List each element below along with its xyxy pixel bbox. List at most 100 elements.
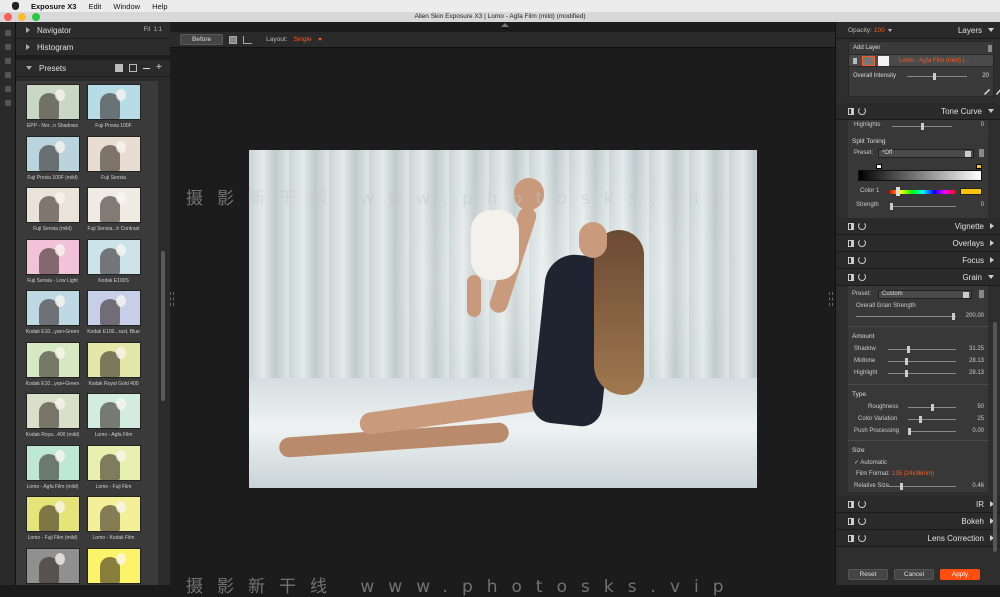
opacity-value[interactable]: 100 — [874, 27, 885, 34]
preset-thumbnail[interactable] — [25, 135, 80, 172]
bokeh-section[interactable]: Bokeh — [836, 513, 1000, 530]
preset-item[interactable] — [83, 545, 144, 586]
preset-thumbnail[interactable] — [25, 84, 80, 120]
preset-thumbnail[interactable] — [25, 290, 80, 326]
remove-preset-icon[interactable] — [143, 68, 150, 69]
preset-item[interactable]: Lomo - Fuji Film (mild) — [22, 493, 83, 545]
grid-view-icon[interactable] — [115, 64, 123, 72]
layer-thumbnail[interactable] — [862, 56, 875, 66]
preset-thumbnail[interactable] — [86, 547, 141, 584]
brush-erase-icon[interactable] — [995, 87, 1000, 95]
color1-swatch[interactable] — [960, 188, 982, 195]
lens-correction-section[interactable]: Lens Correction — [836, 530, 1000, 547]
color-variation-slider[interactable] — [908, 416, 956, 423]
preset-thumbnail[interactable] — [86, 444, 141, 481]
reset-icon[interactable] — [858, 517, 866, 525]
shadow-slider[interactable] — [888, 346, 956, 353]
preset-thumbnail[interactable] — [86, 187, 141, 223]
shadow-color-marker[interactable] — [876, 164, 882, 169]
preset-item[interactable]: Lomo - Kodak Film — [83, 493, 144, 545]
toggle-effect-icon[interactable] — [848, 239, 854, 247]
add-layer-button[interactable]: Add Layer — [853, 45, 880, 51]
preset-thumbnail[interactable] — [25, 187, 80, 223]
tool-icon[interactable] — [4, 58, 11, 64]
preset-thumbnail[interactable] — [86, 496, 141, 532]
preset-thumbnail[interactable] — [86, 84, 141, 120]
reset-icon[interactable] — [858, 500, 866, 508]
highlight-slider[interactable] — [888, 370, 956, 377]
presets-scrollbar[interactable] — [159, 81, 167, 585]
slider-knob[interactable] — [919, 416, 922, 423]
highlights-slider[interactable] — [892, 123, 952, 130]
cancel-button[interactable]: Cancel — [894, 569, 934, 580]
toggle-effect-icon[interactable] — [848, 500, 854, 508]
tool-icon[interactable] — [4, 72, 11, 78]
preset-item[interactable]: Kodak Royal Gold 400 — [83, 339, 144, 391]
reset-icon[interactable] — [858, 273, 866, 281]
hue-slider-knob[interactable] — [896, 187, 900, 196]
preset-item[interactable]: Fuji Sensia - Low Light — [22, 236, 83, 288]
preset-item[interactable]: Kodak Roya...400 (mild) — [22, 390, 83, 442]
preset-thumbnail[interactable] — [86, 290, 141, 326]
roughness-slider[interactable] — [908, 404, 956, 411]
right-panel-resize-handle[interactable] — [829, 292, 833, 306]
tone-curve-section[interactable]: Tone Curve — [836, 103, 1000, 120]
layer-visibility-icon[interactable] — [853, 58, 857, 64]
preset-item[interactable]: Lomo - Agfa Film (mild) — [22, 442, 83, 494]
vignette-section[interactable]: Vignette — [836, 218, 1000, 235]
split-view-icon[interactable] — [243, 35, 253, 44]
preset-item[interactable]: Fuji Provia 100F (mild) — [22, 133, 83, 185]
focus-section[interactable]: Focus — [836, 252, 1000, 269]
layer-name[interactable]: Lomo - Agfa Film (mild) (... — [899, 58, 970, 64]
slider-knob[interactable] — [900, 483, 903, 490]
preset-item[interactable]: EPP - Nor...n Shadows — [22, 81, 83, 133]
preset-thumbnail[interactable] — [86, 341, 141, 378]
close-window-button[interactable] — [4, 13, 12, 21]
preset-item[interactable]: Kodak E100...rast, Blue — [83, 287, 144, 339]
overlays-section[interactable]: Overlays — [836, 235, 1000, 252]
film-format-dropdown[interactable]: 135 (24x36mm) — [892, 471, 934, 477]
compare-square-icon[interactable] — [229, 35, 238, 44]
split-toning-preset-dropdown[interactable]: *Off — [878, 149, 974, 158]
scrollbar-thumb[interactable] — [161, 251, 165, 401]
toggle-effect-icon[interactable] — [848, 256, 854, 264]
overall-intensity-slider[interactable] — [907, 73, 967, 80]
preset-thumbnail[interactable] — [86, 135, 141, 172]
reset-icon[interactable] — [858, 222, 866, 230]
tool-icon[interactable] — [4, 30, 11, 36]
preset-thumbnail[interactable] — [25, 496, 80, 532]
grain-preset-dropdown[interactable]: Custom — [878, 290, 972, 299]
right-panel-scrollbar[interactable] — [993, 322, 997, 552]
brush-icon[interactable] — [983, 87, 991, 95]
preset-item[interactable] — [22, 545, 83, 586]
tool-icon[interactable] — [4, 86, 11, 92]
preset-thumbnail[interactable] — [25, 341, 80, 378]
slider-knob[interactable] — [908, 428, 911, 435]
apply-button[interactable]: Apply — [940, 569, 980, 580]
collapse-arrow-icon[interactable] — [988, 28, 994, 32]
reset-icon[interactable] — [858, 239, 866, 247]
slider-knob[interactable] — [905, 370, 908, 377]
preset-item[interactable]: Fuji Sensia (mild) — [22, 184, 83, 236]
toggle-top-panel-icon[interactable] — [501, 23, 509, 27]
toggle-effect-icon[interactable] — [848, 273, 854, 281]
preset-item[interactable]: Kodak E100S — [83, 236, 144, 288]
slider-knob[interactable] — [933, 73, 936, 80]
opacity-caret-icon[interactable] — [887, 28, 892, 32]
slider-knob[interactable] — [890, 203, 893, 210]
add-preset-icon[interactable]: + — [156, 63, 164, 73]
preset-item[interactable]: Kodak E10...yan+Green — [22, 339, 83, 391]
navigator-header[interactable]: Navigator Fit 1:1 — [16, 22, 170, 39]
preset-item[interactable]: Fuji Sensia...h Contrast — [83, 184, 144, 236]
preset-thumbnail[interactable] — [25, 238, 80, 275]
slider-knob[interactable] — [931, 404, 934, 411]
midtone-slider[interactable] — [888, 358, 956, 365]
push-processing-slider[interactable] — [908, 428, 956, 435]
reset-button[interactable]: Reset — [848, 569, 888, 580]
strength-slider[interactable] — [890, 203, 956, 210]
preset-thumbnail[interactable] — [25, 547, 80, 584]
automatic-checkbox[interactable]: ✓ Automatic — [854, 459, 887, 466]
zoom-1to1-button[interactable]: 1:1 — [154, 27, 162, 33]
maximize-window-button[interactable] — [32, 13, 40, 21]
preset-thumbnail[interactable] — [25, 393, 80, 429]
